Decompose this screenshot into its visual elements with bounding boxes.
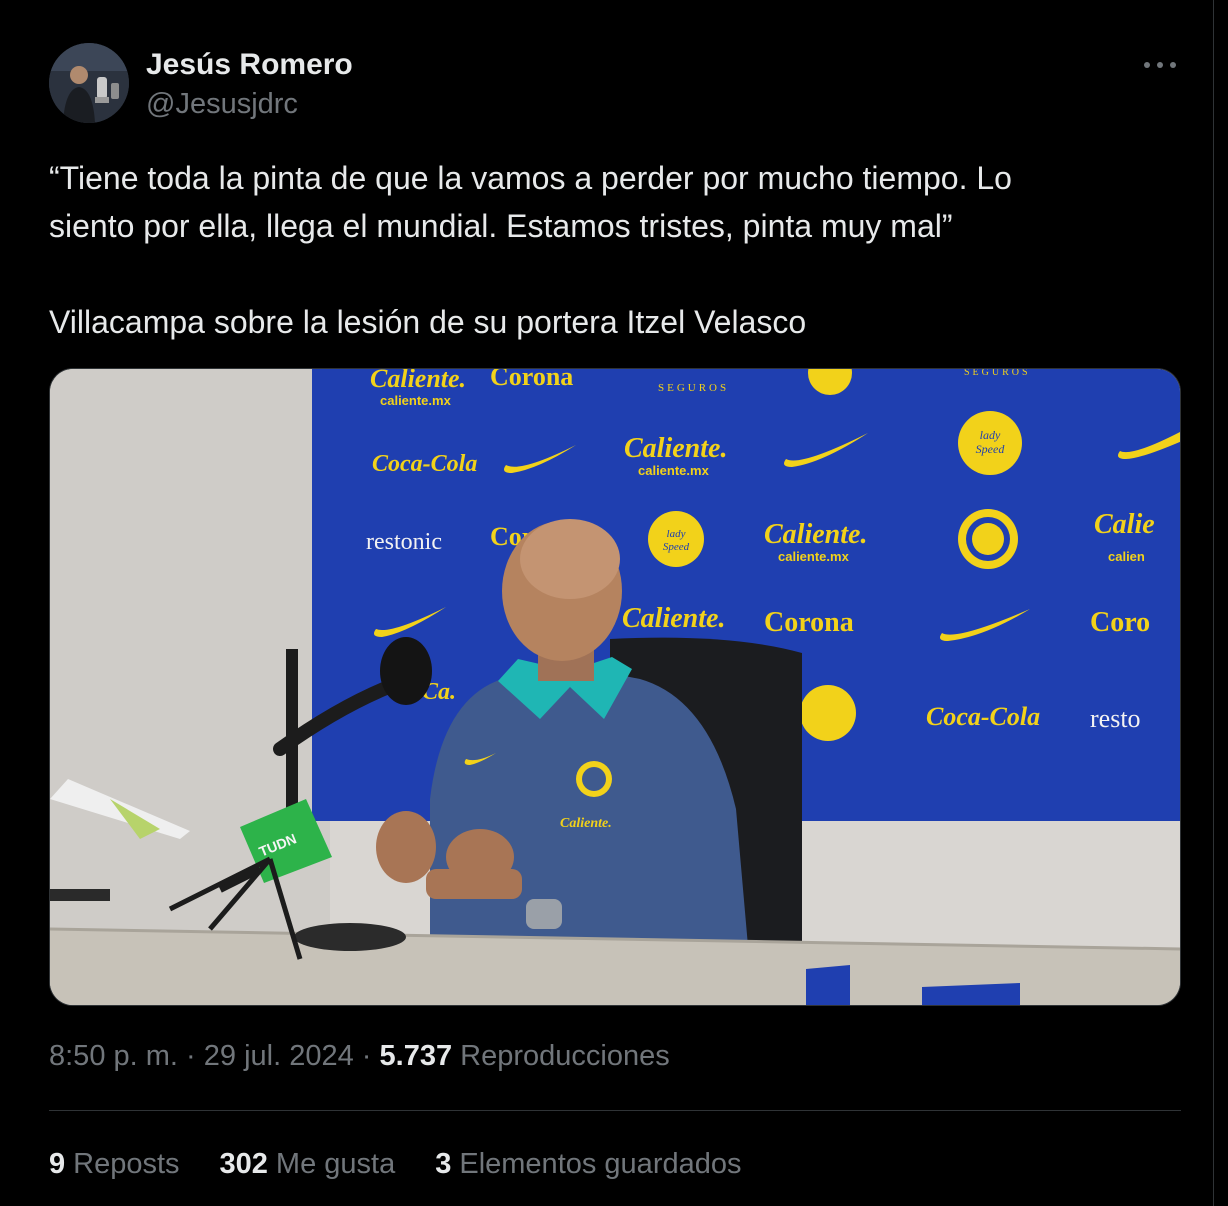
tweet-media-photo[interactable]: Caliente. caliente.mx Corona SEGUROS SEG… [49, 368, 1181, 1006]
backdrop-logo-cocacola: Coca-Cola [372, 451, 477, 477]
backdrop-logo-restonic: restonic [366, 529, 442, 555]
backdrop-logo-corona: Corona [490, 369, 573, 391]
reposts-stat[interactable]: 9 Reposts [49, 1148, 180, 1181]
engagement-stats: 9 Reposts 302 Me gusta 3 Elementos guardado… [49, 1148, 782, 1181]
author-name[interactable]: Jesús Romero [146, 48, 353, 82]
author-avatar[interactable] [49, 43, 129, 123]
svg-text:lady: lady [667, 528, 686, 540]
svg-text:Caliente.: Caliente. [622, 603, 725, 634]
backdrop-logo-seguros: SEGUROS [658, 382, 729, 394]
divider [49, 1110, 1181, 1111]
svg-text:calien: calien [1108, 549, 1145, 564]
bookmarks-label: Elementos guardados [459, 1148, 742, 1180]
views-label: Reproducciones [460, 1040, 670, 1072]
bookmarks-count: 3 [435, 1148, 452, 1180]
svg-text:resto: resto [1090, 704, 1141, 733]
svg-text:Caliente.: Caliente. [764, 519, 867, 550]
meta-separator: · [186, 1040, 196, 1072]
tweet-text-line: Villacampa sobre la lesión de su portera… [49, 304, 807, 340]
svg-text:caliente.mx: caliente.mx [638, 463, 710, 478]
microphone [380, 637, 432, 705]
svg-text:Caliente.: Caliente. [560, 816, 612, 831]
likes-count: 302 [219, 1148, 268, 1180]
svg-text:caliente.mx: caliente.mx [778, 549, 850, 564]
tweet-text-line: “Tiene toda la pinta de que la vamos a p… [49, 160, 1012, 196]
reposts-count: 9 [49, 1148, 66, 1180]
tweet-text: “Tiene toda la pinta de que la vamos a p… [49, 154, 1159, 346]
tweet-text-line: siento por ella, llega el mundial. Estam… [49, 208, 953, 244]
tweet-time[interactable]: 8:50 p. m. [49, 1040, 178, 1072]
backdrop-logo-caliente-url: caliente.mx [380, 393, 452, 408]
tweet-date[interactable]: 29 jul. 2024 [204, 1040, 354, 1072]
backdrop-logo-caliente: Caliente. [370, 369, 466, 393]
meta-separator: · [361, 1040, 372, 1072]
likes-label: Me gusta [275, 1148, 396, 1180]
views-count: 5.737 [379, 1040, 453, 1072]
svg-text:Corona: Corona [764, 607, 854, 638]
author-handle[interactable]: @Jesusjdrc [146, 88, 298, 121]
svg-text:Calie: Calie [1094, 509, 1155, 540]
reposts-label: Reposts [73, 1148, 180, 1180]
tweet-detail: Jesús Romero @Jesusjdrc “Tiene toda la p… [0, 0, 1214, 1206]
svg-text:Coca-Cola: Coca-Cola [926, 702, 1040, 731]
more-options-button[interactable] [1140, 48, 1180, 82]
tweet-meta: 8:50 p. m. · 29 jul. 2024 · 5.737 Reprod… [49, 1040, 670, 1073]
likes-stat[interactable]: 302 Me gusta [220, 1148, 396, 1181]
svg-text:lady: lady [980, 428, 1001, 442]
svg-text:Speed: Speed [976, 442, 1006, 456]
svg-text:Caliente.: Caliente. [624, 433, 727, 464]
wristwatch [526, 899, 562, 929]
svg-text:Speed: Speed [663, 541, 690, 553]
press-conference-photo: Caliente. caliente.mx Corona SEGUROS SEG… [50, 369, 1180, 1005]
svg-text:Coro: Coro [1090, 607, 1150, 638]
avatar-photo [49, 43, 129, 123]
more-dots-icon [1144, 62, 1176, 68]
svg-text:SEGUROS: SEGUROS [964, 369, 1031, 378]
bookmarks-stat[interactable]: 3 Elementos guardados [435, 1148, 741, 1181]
